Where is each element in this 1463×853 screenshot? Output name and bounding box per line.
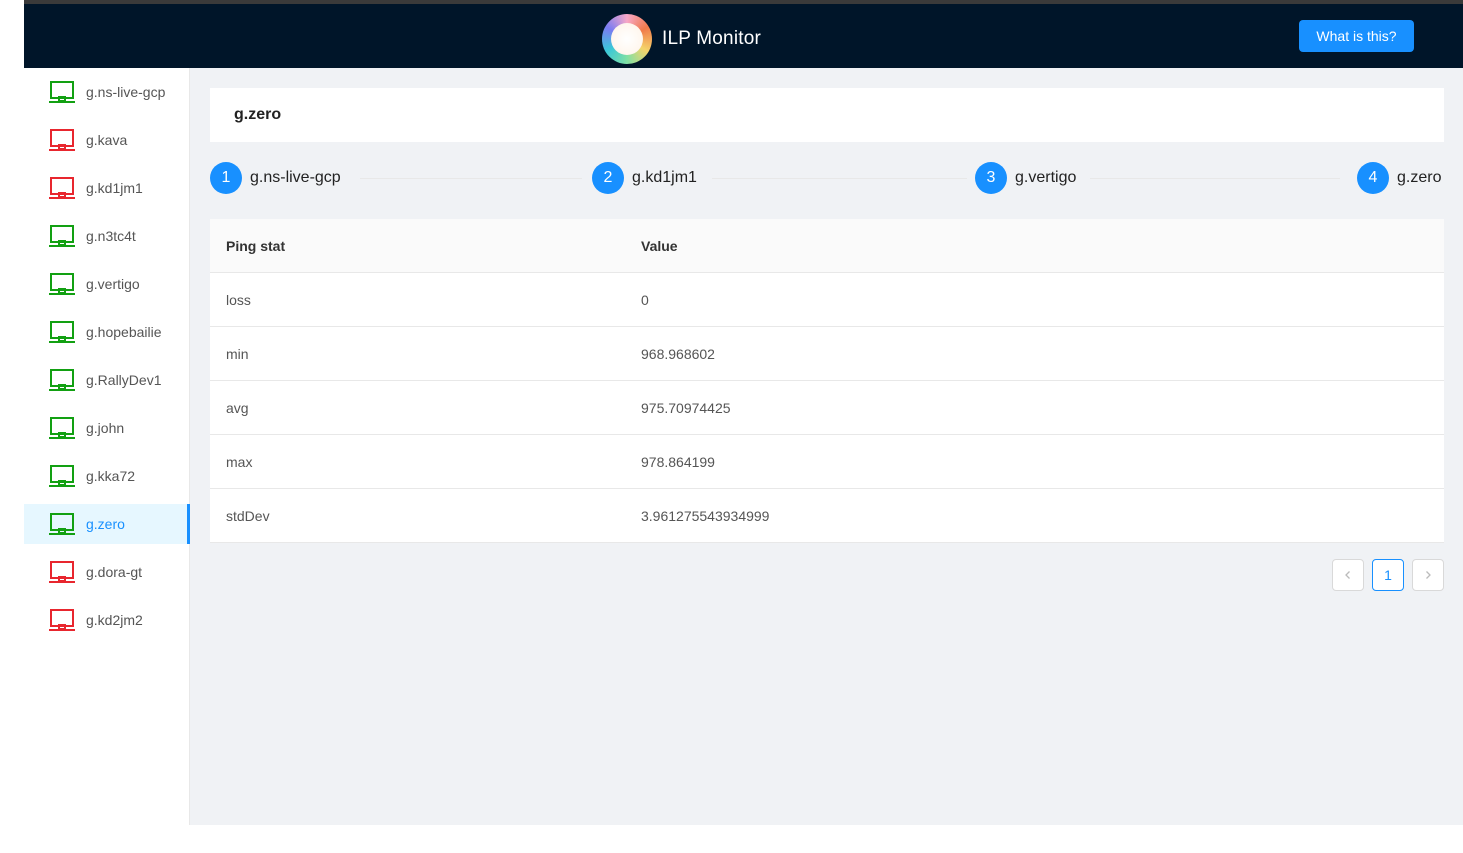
sidebar-item-g-dora-gt[interactable]: g.dora-gt [24, 552, 190, 592]
laptop-icon [49, 417, 75, 439]
stat-value: 0 [641, 291, 649, 308]
table-row: loss 0 [210, 273, 1444, 327]
sidebar-item-label: g.n3tc4t [86, 228, 136, 244]
table-header: Ping stat Value [210, 219, 1444, 273]
sidebar-item-g-vertigo[interactable]: g.vertigo [24, 264, 190, 304]
stat-name: stdDev [226, 507, 270, 524]
sidebar-item-label: g.vertigo [86, 276, 140, 292]
sidebar-item-g-rallydev1[interactable]: g.RallyDev1 [24, 360, 190, 400]
laptop-icon [49, 513, 75, 535]
laptop-icon [49, 225, 75, 247]
laptop-icon [49, 81, 75, 103]
route-steps: 1 g.ns-live-gcp 2 g.kd1jm1 3 g.vertigo 4… [210, 162, 1444, 194]
sidebar-item-label: g.dora-gt [86, 564, 143, 580]
sidebar-item-g-zero[interactable]: g.zero [24, 504, 190, 544]
page-title: g.zero [234, 106, 282, 123]
stat-value: 975.70974425 [641, 399, 731, 416]
app-header: ILP Monitor What is this? [24, 4, 1463, 68]
column-header-value: Value [641, 237, 678, 254]
sidebar-item-g-john[interactable]: g.john [24, 408, 190, 448]
sidebar: g.ns-live-gcp g.kava g.kd1jm1 g.n3tc4t g… [24, 68, 190, 825]
table-row: min 968.968602 [210, 327, 1444, 381]
step-label: g.zero [1397, 169, 1442, 186]
sidebar-item-g-kd2jm2[interactable]: g.kd2jm2 [24, 600, 190, 640]
step-1: 1 g.ns-live-gcp [210, 162, 341, 194]
chevron-right-icon [1426, 571, 1431, 579]
stat-value: 968.968602 [641, 345, 715, 362]
chevron-left-icon [1345, 571, 1350, 579]
pagination: 1 [1332, 559, 1444, 591]
sidebar-item-label: g.zero [86, 516, 125, 532]
step-label: g.kd1jm1 [632, 169, 697, 186]
sidebar-item-label: g.hopebailie [86, 324, 162, 340]
stat-value: 3.961275543934999 [641, 507, 770, 524]
laptop-icon [49, 321, 75, 343]
next-page-button[interactable] [1412, 559, 1444, 591]
stat-value: 978.864199 [641, 453, 715, 470]
step-label: g.ns-live-gcp [250, 169, 341, 186]
brand: ILP Monitor [602, 14, 761, 64]
ping-stats-table: Ping stat Value loss 0 min 968.968602 av… [210, 219, 1444, 543]
step-connector [1090, 178, 1340, 179]
step-number: 3 [975, 162, 1007, 194]
laptop-icon [49, 177, 75, 199]
step-3: 3 g.vertigo [975, 162, 1076, 194]
page-button-1[interactable]: 1 [1372, 559, 1404, 591]
table-row: max 978.864199 [210, 435, 1444, 489]
laptop-icon [49, 465, 75, 487]
prev-page-button[interactable] [1332, 559, 1364, 591]
step-4: 4 g.zero [1357, 162, 1441, 194]
laptop-icon [49, 273, 75, 295]
sidebar-item-label: g.kava [86, 132, 128, 148]
stat-name: loss [226, 291, 251, 308]
table-row: avg 975.70974425 [210, 381, 1444, 435]
step-2: 2 g.kd1jm1 [592, 162, 697, 194]
sidebar-item-g-ns-live-gcp[interactable]: g.ns-live-gcp [24, 72, 190, 112]
sidebar-item-label: g.kka72 [86, 468, 136, 484]
sidebar-item-label: g.john [86, 420, 125, 436]
what-is-this-button[interactable]: What is this? [1299, 20, 1414, 52]
laptop-icon [49, 129, 75, 151]
logo-icon [602, 14, 652, 64]
stat-name: max [226, 453, 253, 470]
sidebar-item-label: g.RallyDev1 [86, 372, 162, 388]
step-number: 1 [210, 162, 242, 194]
app-title: ILP Monitor [662, 28, 762, 49]
page-title-card: g.zero [210, 88, 1444, 142]
step-number: 4 [1357, 162, 1389, 194]
sidebar-item-g-kava[interactable]: g.kava [24, 120, 190, 160]
sidebar-item-g-kd1jm1[interactable]: g.kd1jm1 [24, 168, 190, 208]
column-header-ping-stat: Ping stat [226, 237, 286, 254]
sidebar-item-label: g.ns-live-gcp [86, 84, 166, 100]
step-label: g.vertigo [1015, 169, 1077, 186]
stat-name: avg [226, 399, 249, 416]
sidebar-item-label: g.kd1jm1 [86, 180, 143, 196]
sidebar-item-g-kka72[interactable]: g.kka72 [24, 456, 190, 496]
step-connector [712, 178, 967, 179]
sidebar-item-g-hopebailie[interactable]: g.hopebailie [24, 312, 190, 352]
sidebar-item-label: g.kd2jm2 [86, 612, 143, 628]
step-connector [360, 178, 582, 179]
step-number: 2 [592, 162, 624, 194]
table-row: stdDev 3.961275543934999 [210, 489, 1444, 543]
stat-name: min [226, 345, 249, 362]
laptop-icon [49, 369, 75, 391]
laptop-icon [49, 609, 75, 631]
sidebar-item-g-n3tc4t[interactable]: g.n3tc4t [24, 216, 190, 256]
laptop-icon [49, 561, 75, 583]
